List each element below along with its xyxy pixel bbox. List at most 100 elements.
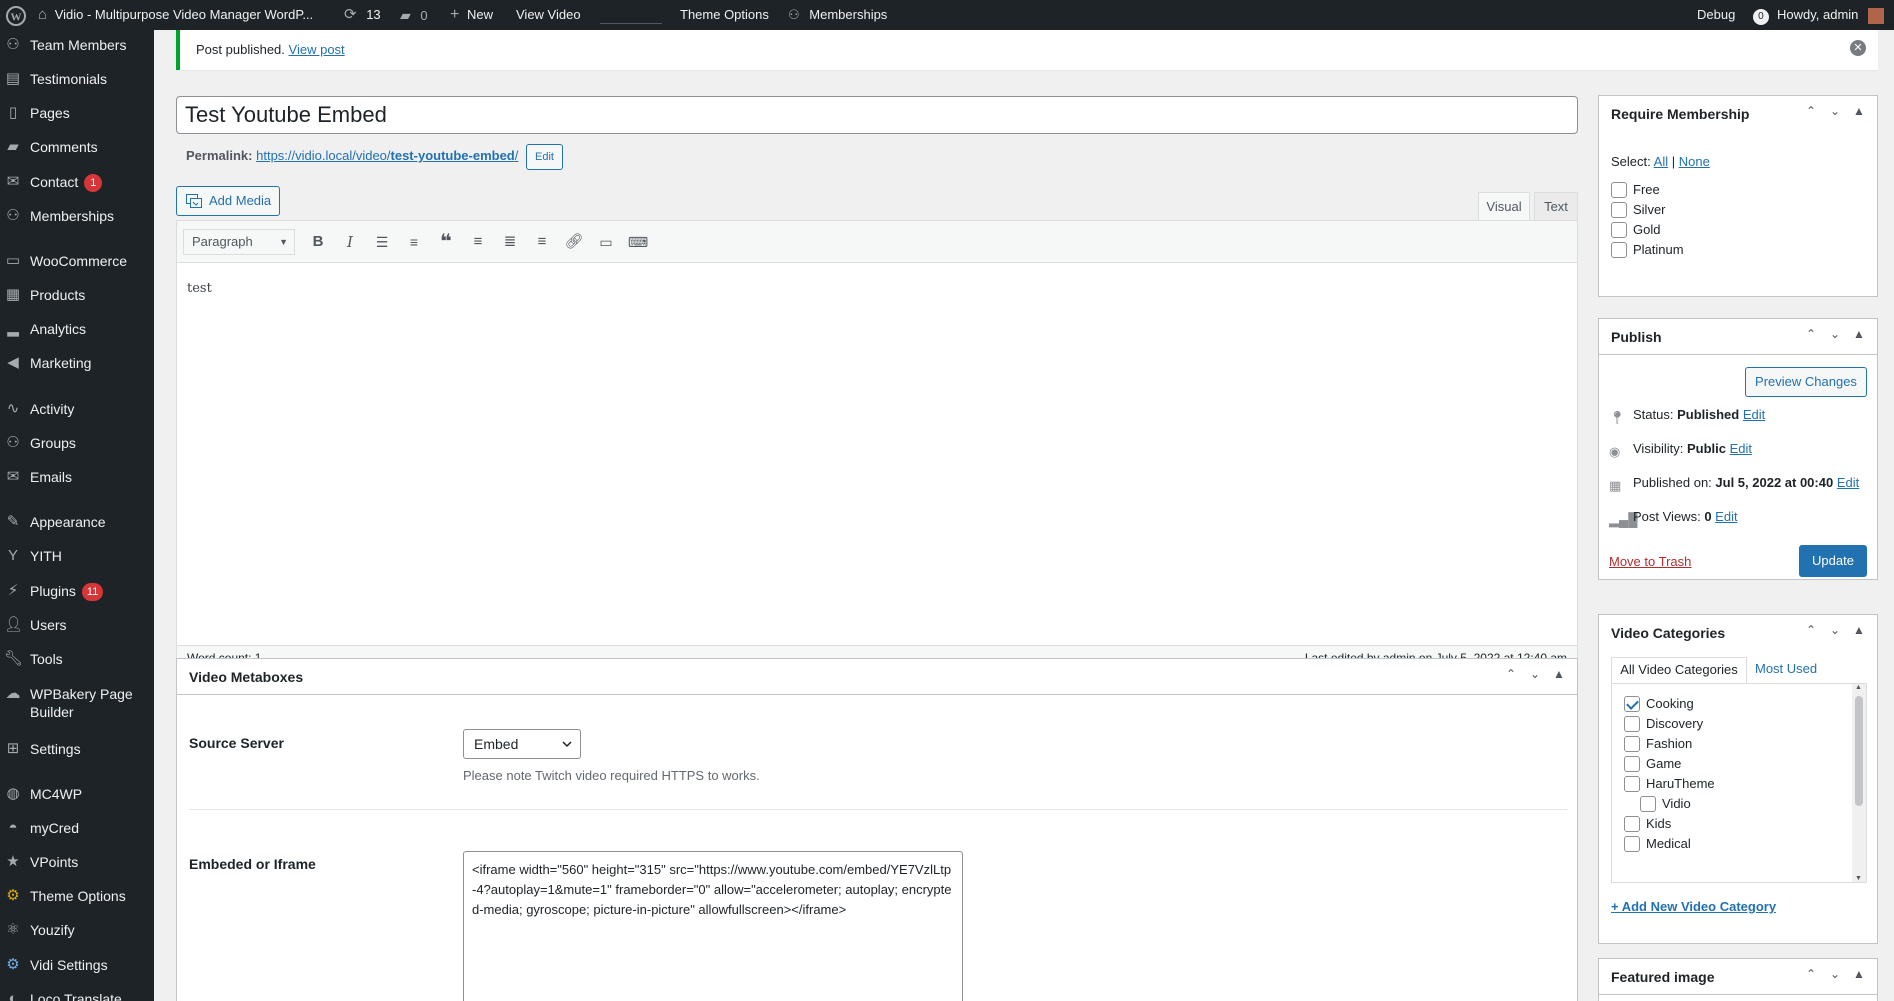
move-up-icon[interactable]: ⌃ [1799, 104, 1823, 118]
edit-permalink-button[interactable]: Edit [526, 143, 563, 170]
source-server-label: Source Server [189, 735, 284, 751]
view-post-link[interactable]: View post [289, 42, 345, 57]
category-checkbox[interactable] [1624, 756, 1640, 772]
source-server-select[interactable]: Embed [463, 729, 581, 759]
align-left-icon[interactable]: ≡ [465, 230, 491, 254]
move-down-icon[interactable]: ⌄ [1523, 667, 1547, 681]
bold-icon[interactable]: B [305, 230, 331, 254]
sidebar-item-label: Contact [30, 174, 79, 190]
debug-link[interactable]: Debug 0 [1697, 0, 1769, 30]
sidebar-item-label: VPoints [30, 854, 79, 870]
edit-views-link[interactable]: Edit [1715, 509, 1737, 524]
view-video-link[interactable]: View Video [516, 0, 581, 30]
wordpress-logo-icon[interactable]: W [6, 0, 26, 30]
move-up-icon[interactable]: ⌃ [1499, 667, 1523, 681]
membership-checkbox[interactable] [1611, 222, 1627, 238]
comments-icon: ▰ [7, 138, 19, 155]
site-name-link[interactable]: ⌂ Vidio - Multipurpose Video Manager Wor… [38, 0, 313, 30]
edit-date-link[interactable]: Edit [1837, 475, 1859, 490]
sidebar-item-label: Theme Options [30, 888, 126, 904]
tab-visual[interactable]: Visual [1478, 192, 1530, 220]
membership-checkbox[interactable] [1611, 202, 1627, 218]
media-icon [186, 194, 202, 208]
align-center-icon[interactable]: ≣ [497, 230, 523, 254]
sidebar-item-label: Activity [30, 401, 75, 417]
preview-changes-button[interactable]: Preview Changes [1745, 367, 1867, 397]
editor-content[interactable]: test [187, 281, 212, 296]
video-metaboxes-panel: Video Metaboxes ⌃ ⌄ ▲ Source Server Embed … [176, 658, 1578, 1001]
format-select[interactable]: Paragraph ▼ [183, 229, 295, 255]
category-checkbox[interactable] [1624, 776, 1640, 792]
move-to-trash-link[interactable]: Move to Trash [1609, 554, 1691, 569]
category-label: Vidio [1662, 796, 1691, 811]
sidebar-item-label: MC4WP [30, 786, 83, 802]
numbered-list-icon[interactable]: ≡ [401, 230, 427, 254]
collapse-icon[interactable]: ▲ [1547, 667, 1571, 681]
membership-checkbox[interactable] [1611, 242, 1627, 258]
dismiss-notice-icon[interactable]: ✕ [1850, 40, 1866, 56]
comments-link[interactable]: ▰ 0 [400, 0, 428, 30]
sidebar-item-label: Youzify [30, 922, 75, 938]
category-checklist[interactable]: Cooking Discovery Fashion Game HaruTheme Vidi… [1611, 683, 1867, 883]
category-checkbox[interactable] [1624, 836, 1640, 852]
page-icon: ▯ [8, 104, 18, 121]
memberships-link[interactable]: ⚇ Memberships [788, 0, 887, 30]
collapse-icon[interactable]: ▲ [1847, 327, 1871, 341]
scroll-down-icon[interactable]: ▼ [1855, 875, 1862, 882]
category-checkbox[interactable] [1624, 736, 1640, 752]
collapse-icon[interactable]: ▲ [1847, 104, 1871, 118]
theme-options-link[interactable]: Theme Options [680, 0, 769, 30]
edit-visibility-link[interactable]: Edit [1730, 441, 1752, 456]
align-right-icon[interactable]: ≡ [529, 230, 555, 254]
require-membership-panel: Require Membership ⌃ ⌄ ▲ Select: All | Non… [1598, 95, 1878, 297]
toolbar-toggle-icon[interactable]: ⌨ [625, 230, 651, 254]
select-none-link[interactable]: None [1679, 154, 1710, 169]
category-checkbox[interactable] [1624, 816, 1640, 832]
italic-icon[interactable]: I [337, 230, 363, 254]
move-down-icon[interactable]: ⌄ [1823, 623, 1847, 637]
tab-all-categories[interactable]: All Video Categories [1611, 657, 1747, 683]
edit-status-link[interactable]: Edit [1743, 407, 1765, 422]
my-account-link[interactable]: Howdy, admin [1777, 0, 1885, 30]
tab-most-used[interactable]: Most Used [1755, 661, 1817, 676]
scrollbar[interactable]: ▲ ▼ [1852, 684, 1866, 882]
category-checkbox[interactable] [1640, 796, 1656, 812]
bullet-list-icon[interactable]: ☰ [369, 230, 395, 254]
collapse-icon[interactable]: ▲ [1847, 967, 1871, 981]
sidebar-item-label: WooCommerce [30, 253, 127, 269]
editor-toolbar: Paragraph ▼ B I ☰ ≡ ❝ ≡ ≣ ≡ 🔗︎ ▭ ⌨ [177, 221, 1577, 263]
new-content-link[interactable]: + New [450, 0, 493, 30]
embed-textarea[interactable]: <iframe width="560" height="315" src="ht… [463, 851, 963, 1001]
add-new-category-link[interactable]: + Add New Video Category [1611, 899, 1776, 914]
scroll-up-icon[interactable]: ▲ [1855, 684, 1862, 691]
permalink-url[interactable]: https://vidio.local/video/test-youtube-e… [256, 148, 518, 163]
move-down-icon[interactable]: ⌄ [1823, 967, 1847, 981]
sidebar-item-label: Settings [30, 741, 81, 757]
move-down-icon[interactable]: ⌄ [1823, 327, 1847, 341]
category-label: HaruTheme [1646, 776, 1715, 791]
membership-checkbox[interactable] [1611, 182, 1627, 198]
source-note: Please note Twitch video required HTTPS … [463, 768, 760, 783]
updates-link[interactable]: ⟳ 13 [344, 0, 381, 30]
mail-icon: ✉ [6, 468, 20, 485]
blockquote-icon[interactable]: ❝ [433, 230, 459, 254]
sidebar-item-label: Memberships [30, 208, 115, 224]
move-up-icon[interactable]: ⌃ [1799, 967, 1823, 981]
add-media-button[interactable]: Add Media [176, 186, 280, 216]
move-up-icon[interactable]: ⌃ [1799, 327, 1823, 341]
link-icon[interactable]: 🔗︎ [561, 230, 587, 254]
update-button[interactable]: Update [1799, 545, 1867, 577]
move-up-icon[interactable]: ⌃ [1799, 623, 1823, 637]
category-checkbox[interactable] [1624, 696, 1640, 712]
translate-icon: ◐ [8, 990, 18, 1001]
select-all-link[interactable]: All [1654, 154, 1668, 169]
post-title-input[interactable] [176, 96, 1578, 134]
move-down-icon[interactable]: ⌄ [1823, 104, 1847, 118]
plugin-icon: ⚡ [7, 582, 19, 599]
groups-icon: ⚇ [6, 36, 20, 53]
admin-menu: ⚇ Team Members ▤ Testimonials ▯ Pages ▰ Comment… [0, 30, 154, 1001]
collapse-icon[interactable]: ▲ [1847, 623, 1871, 637]
read-more-icon[interactable]: ▭ [593, 230, 619, 254]
category-checkbox[interactable] [1624, 716, 1640, 732]
tab-text[interactable]: Text [1534, 192, 1578, 220]
